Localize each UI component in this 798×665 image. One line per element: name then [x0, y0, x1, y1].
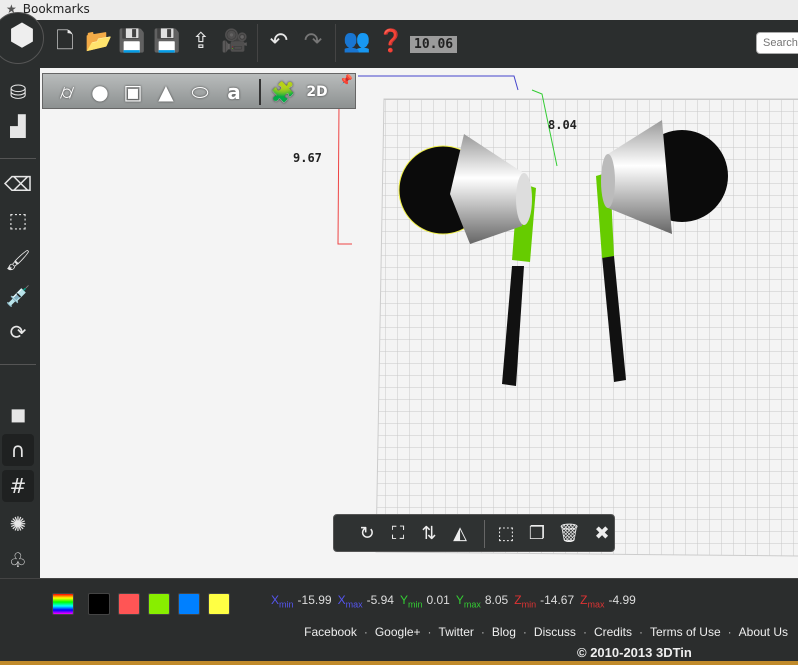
save-as-icon[interactable]: 💾 — [152, 27, 182, 57]
axis-name: Z — [514, 593, 522, 607]
axis-name: X — [337, 593, 346, 607]
footer: Xmin -15.99 Xmax -5.94 Ymin 0.01 Ymax 8.05 Zmin -… — [0, 578, 798, 665]
x-axis-line — [358, 75, 519, 91]
open-folder-icon[interactable]: 📂 — [84, 27, 114, 57]
axis-sub: min — [279, 599, 294, 610]
bound-value: -5.94 — [366, 593, 394, 607]
primitives-toolbar: ⌭ ● ▣ ▲ ⬭ a 🧩 2D 📌 — [42, 73, 356, 109]
upload-icon[interactable]: ⇪ — [186, 27, 216, 57]
select-region-icon[interactable]: ⬚ — [2, 204, 34, 236]
axis-sub: min — [521, 599, 537, 610]
bound-label: Xmax — [337, 593, 363, 610]
axis-sub: max — [345, 599, 363, 610]
footer-link-google-[interactable]: Google+ — [375, 625, 421, 639]
selection-toolbar: ↻ ⛶ ⇅ ◭ ⬚ ❐ 🗑 ✖ — [333, 514, 615, 552]
cube-icon[interactable]: ▣ — [119, 78, 147, 106]
trash-icon[interactable]: 🗑 — [556, 521, 582, 547]
swatch-black[interactable] — [88, 593, 110, 615]
bound-value: -4.99 — [608, 593, 636, 607]
main-toolbar: 🗋 📂 💾 💾 ⇪ 🎥 ↶ ↷ 👥 ❓ — [0, 20, 798, 64]
footer-link-discuss[interactable]: Discuss — [534, 625, 576, 639]
footer-link-about-us[interactable]: About Us — [739, 625, 788, 639]
community-icon[interactable]: 👥 — [342, 27, 372, 57]
rotate-icon[interactable]: ↻ — [354, 521, 380, 547]
eraser-icon[interactable]: ⌫ — [2, 168, 34, 200]
grid-icon[interactable]: # — [2, 470, 34, 502]
dimension-y-label: 8.04 — [548, 118, 577, 132]
scene-canvas[interactable] — [40, 68, 798, 578]
light-icon[interactable]: ✺ — [2, 508, 34, 540]
sphere-icon[interactable]: ● — [86, 78, 114, 106]
left-sidebar: ⛁ ▟ ⌫ ⬚ 🖌 💉 ⟳ ◼ ∩ # ✺ ♧ — [0, 64, 38, 578]
cube-view-icon[interactable]: ◼ — [2, 398, 34, 430]
footer-link-twitter[interactable]: Twitter — [439, 625, 474, 639]
transform-icon[interactable]: ⇅ — [416, 521, 442, 547]
bound-value: 8.05 — [484, 593, 509, 607]
group-select-icon[interactable]: ⬚ — [493, 521, 519, 547]
bound-label: Ymin — [399, 593, 423, 610]
2d-shape-button[interactable]: 2D — [303, 78, 331, 106]
text-shape-icon[interactable]: a — [220, 78, 248, 106]
shapes-icon[interactable]: ⛁ — [2, 76, 34, 108]
bound-label: Xmin — [271, 593, 294, 610]
duplicate-icon[interactable]: ❐ — [524, 521, 550, 547]
bound-label: Zmin — [514, 593, 537, 610]
bounds-readout: Xmin -15.99 Xmax -5.94 Ymin 0.01 Ymax 8.05 Zmin -… — [265, 593, 636, 609]
footer-link-credits[interactable]: Credits — [594, 625, 632, 639]
axis-name: Y — [399, 593, 408, 607]
footer-links: Facebook · Google+ · Twitter · Blog · Discuss · Cr… — [304, 625, 788, 639]
footer-link-facebook[interactable]: Facebook — [304, 625, 357, 639]
footer-link-terms-of-use[interactable]: Terms of Use — [650, 625, 721, 639]
bound-value: -15.99 — [297, 593, 332, 607]
color-palette-icon[interactable] — [52, 593, 74, 615]
scale-icon[interactable]: ⛶ — [385, 521, 411, 547]
refresh-icon[interactable]: ⟳ — [2, 316, 34, 348]
help-book-icon[interactable]: ❓ — [376, 27, 406, 57]
mirror-icon[interactable]: ◭ — [447, 521, 473, 547]
undo-icon[interactable]: ↶ — [264, 27, 294, 57]
blocks-icon[interactable]: ▟ — [2, 110, 34, 142]
cylinder-icon[interactable]: ⌭ — [53, 78, 81, 106]
puzzle-icon[interactable]: 🧩 — [269, 78, 297, 106]
axis-name: Y — [455, 593, 464, 607]
redo-icon[interactable]: ↷ — [298, 27, 328, 57]
3d-viewport[interactable]: 8.04 9.67 — [38, 64, 798, 578]
bound-value: 0.01 — [426, 593, 450, 607]
axis-sub: max — [587, 599, 605, 610]
swatch-green[interactable] — [148, 593, 170, 615]
bound-value: -14.67 — [540, 593, 575, 607]
footer-link-blog[interactable]: Blog — [492, 625, 516, 639]
axis-sub: min — [407, 599, 423, 610]
dimension-x-label: 10.06 — [410, 36, 458, 53]
close-icon[interactable]: ✖ — [589, 521, 615, 547]
swatch-yellow[interactable] — [208, 593, 230, 615]
copyright: © 2010-2013 3DTin — [577, 645, 692, 660]
new-file-icon[interactable]: 🗋 — [50, 27, 80, 57]
axis-name: X — [271, 593, 280, 607]
swatch-blue[interactable] — [178, 593, 200, 615]
torus-icon[interactable]: ⬭ — [186, 78, 214, 106]
paintbrush-icon[interactable]: 🖌 — [2, 244, 34, 276]
bound-label: Ymax — [455, 593, 481, 610]
video-camera-icon[interactable]: 🎥 — [220, 27, 250, 57]
cone-icon[interactable]: ▲ — [152, 78, 180, 106]
eyedropper-icon[interactable]: 💉 — [2, 280, 34, 312]
club-icon[interactable]: ♧ — [2, 544, 34, 576]
axis-sub: max — [463, 599, 481, 610]
bookmarks-bar: ★ Bookmarks — [0, 0, 798, 20]
pin-icon[interactable]: 📌 — [339, 74, 353, 87]
swatch-red[interactable] — [118, 593, 140, 615]
bookmarks-label[interactable]: Bookmarks — [23, 2, 90, 16]
search-input[interactable] — [756, 32, 798, 54]
dimension-z-label: 9.67 — [293, 151, 322, 165]
magnet-icon[interactable]: ∩ — [2, 434, 34, 466]
bound-label: Zmax — [580, 593, 605, 610]
save-icon[interactable]: 💾 — [117, 27, 147, 57]
